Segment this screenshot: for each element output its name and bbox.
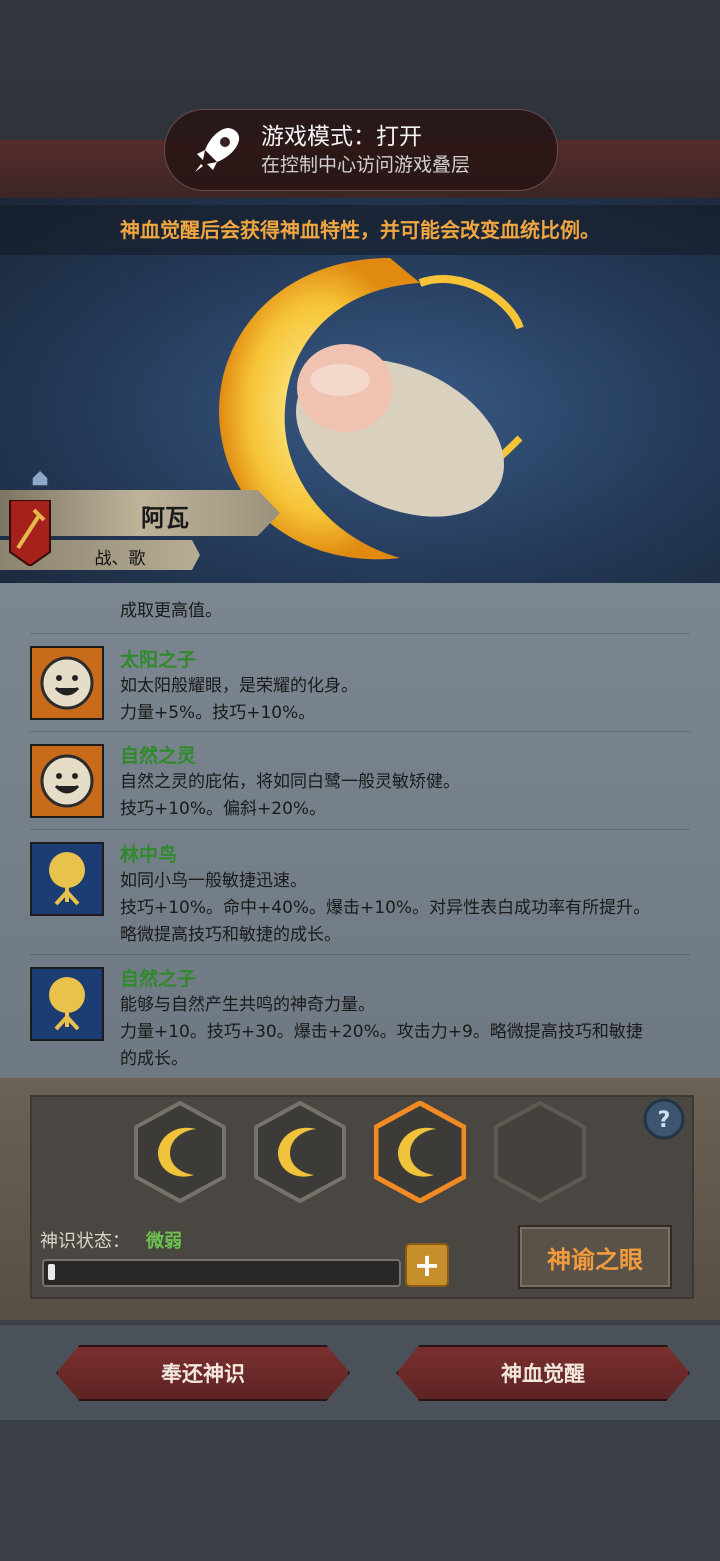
svg-text:?: ?: [658, 1108, 671, 1133]
trait-desc-line: 略微提高技巧和敏捷的成长。: [120, 925, 341, 945]
add-button[interactable]: +: [405, 1243, 449, 1287]
godblood-slot-1[interactable]: [134, 1101, 226, 1203]
trait-desc-line: 技巧+10%。命中+40%。爆击+10%。对异性表白成功率有所提升。: [120, 898, 651, 918]
trait-partial-text: 成取更高值。: [120, 601, 222, 621]
trait-desc-line: 自然之灵的庇佑，将如同白鹭一般灵敏矫健。: [120, 772, 460, 792]
godblood-slot-3-selected[interactable]: [374, 1101, 466, 1203]
sun-face-icon: [30, 646, 104, 720]
trait-name: 自然之灵: [120, 745, 197, 767]
trait-desc-line: 的成长。: [120, 1049, 188, 1069]
state-value: 微弱: [146, 1231, 182, 1252]
trait-name: 太阳之子: [120, 649, 197, 671]
sun-face-icon: [30, 744, 104, 818]
trait-desc-line: 力量+5%。技巧+10%。: [120, 703, 316, 723]
godblood-slot-4-empty[interactable]: [494, 1101, 586, 1203]
separator: [30, 731, 690, 732]
game-mode-toast[interactable]: 游戏模式：打开 在控制中心访问游戏叠层: [164, 109, 558, 191]
progress-fill: [48, 1264, 55, 1280]
awakening-hint: 神血觉醒后会获得神血特性，并可能会改变血统比例。: [120, 218, 600, 242]
trait-desc-line: 力量+10。技巧+30。爆击+20%。攻击力+9。略微提高技巧和敏捷: [120, 1022, 643, 1042]
toast-subtitle: 在控制中心访问游戏叠层: [261, 154, 471, 176]
trait-desc-line: 能够与自然产生共鸣的神奇力量。: [120, 995, 375, 1015]
toast-title: 游戏模式：打开: [261, 124, 422, 150]
state-label: 神识状态：: [40, 1231, 130, 1252]
help-icon[interactable]: ?: [642, 1097, 686, 1141]
trait-name: 林中鸟: [120, 844, 178, 866]
pin-icon[interactable]: [30, 468, 50, 488]
return-awareness-button[interactable]: 奉还神识: [56, 1345, 350, 1401]
separator: [30, 829, 690, 830]
trait-desc-line: 技巧+10%。偏斜+20%。: [120, 799, 327, 819]
character-name: 阿瓦: [141, 504, 189, 532]
separator: [30, 954, 690, 955]
trait-desc-line: 如同小鸟一般敏捷迅速。: [120, 871, 307, 891]
trait-name: 自然之子: [120, 968, 197, 990]
rocket-icon: [195, 128, 240, 172]
tree-icon: [30, 842, 104, 916]
separator: [30, 633, 690, 634]
character-tags: 战、歌: [94, 549, 146, 569]
tree-icon: [30, 967, 104, 1041]
godblood-awaken-button[interactable]: 神血觉醒: [396, 1345, 690, 1401]
oracle-eye-button[interactable]: 神谕之眼: [518, 1225, 672, 1289]
godblood-slot-2[interactable]: [254, 1101, 346, 1203]
trait-desc-line: 如太阳般耀眼，是荣耀的化身。: [120, 676, 358, 696]
awareness-progress-bar: [42, 1259, 401, 1287]
sword-shield-icon: [9, 500, 51, 566]
